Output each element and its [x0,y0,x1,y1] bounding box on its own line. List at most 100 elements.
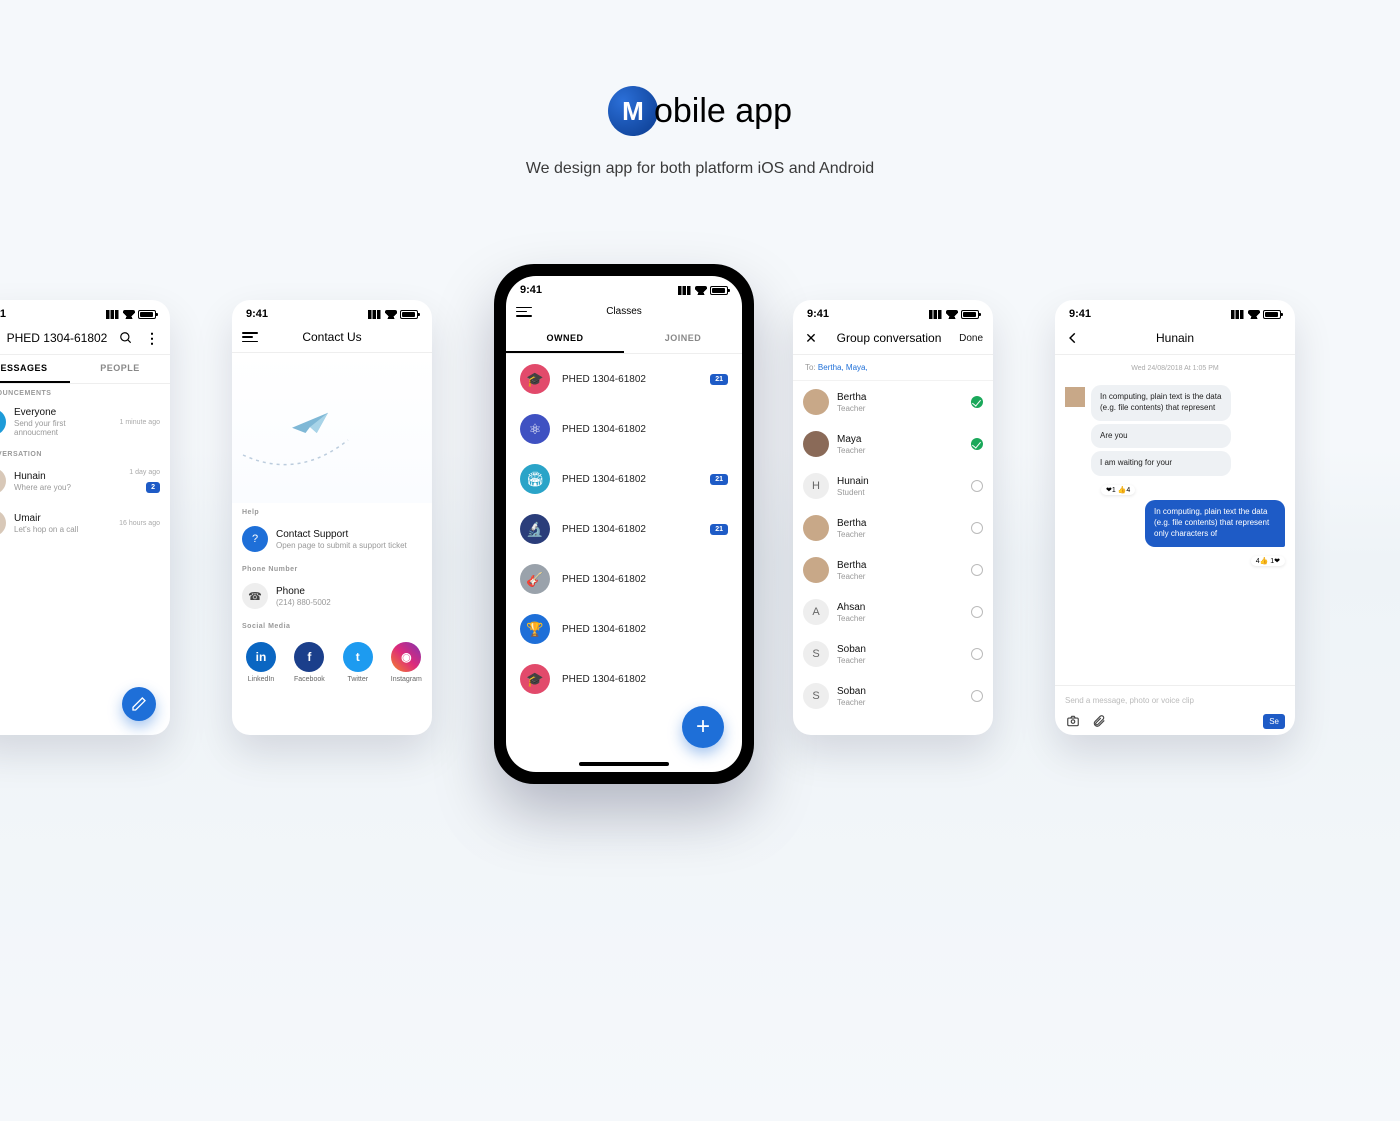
add-fab[interactable]: + [682,706,724,748]
message-bubble[interactable]: In computing, plain text is the data (e.… [1091,385,1231,421]
page-title: PHED 1304-61802 [0,331,118,345]
tab-joined[interactable]: JOINED [624,325,742,353]
announcement-row[interactable]: 📣 EveryoneSend your first annoucment 1 m… [0,399,170,445]
phone-header: Phone Number [232,560,432,575]
phone-row[interactable]: ☎ Phone(214) 880-5002 [232,575,432,617]
social-twitter[interactable]: t Twitter [343,642,373,683]
logo: Mobile app [608,86,792,136]
class-icon: 🎓 [520,364,550,394]
person-row[interactable]: H HunainStudent [793,465,993,507]
signal-icon [106,310,120,319]
phone-stage: 9:41 PHED 1304-61802 ⋮ MESSAGES PEOPLE A… [0,260,1400,860]
close-icon[interactable]: ✕ [803,330,819,346]
check-icon [971,396,983,408]
tab-people[interactable]: PEOPLE [70,355,170,383]
phone-chat: 9:41 Hunain Wed 24/08/2018 At 1:05 PM In… [1055,300,1295,735]
check-icon [971,438,983,450]
radio-icon [971,564,983,576]
attachment-icon[interactable] [1091,713,1107,729]
avatar [803,515,829,541]
phone-contact: 9:41 Contact Us Help ? Contact SupportOp… [232,300,432,735]
menu-icon[interactable] [516,307,532,317]
message-bubble[interactable]: I am waiting for your [1091,451,1231,476]
question-icon: ? [242,526,268,552]
class-row[interactable]: 🎓 PHED 1304-61802 21 [506,354,742,404]
class-tabs: OWNED JOINED [506,325,742,354]
help-header: Help [232,503,432,518]
person-row[interactable]: S SobanTeacher [793,675,993,717]
send-button[interactable]: Se [1263,714,1285,729]
avatar [803,557,829,583]
page-title: Group conversation [819,331,959,345]
navbar: PHED 1304-61802 ⋮ [0,324,170,355]
radio-icon [971,648,983,660]
battery-icon [138,310,156,319]
chat-title: Hunain [1081,331,1269,345]
class-icon: ⚛ [520,414,550,444]
class-icon: 🔬 [520,514,550,544]
class-row[interactable]: 🔬 PHED 1304-61802 21 [506,504,742,554]
avatar [1065,387,1085,407]
hero-illustration [232,353,432,503]
megaphone-icon: 📣 [0,409,6,435]
class-row[interactable]: ⚛ PHED 1304-61802 [506,404,742,454]
class-row[interactable]: 🎓 PHED 1304-61802 [506,654,742,704]
to-field[interactable]: To: Bertha, Maya, [793,355,993,381]
page-title: Classes [532,306,716,317]
class-row[interactable]: 🎸 PHED 1304-61802 [506,554,742,604]
message-bubble[interactable]: Are you [1091,424,1231,449]
tab-messages[interactable]: MESSAGES [0,355,70,383]
social-linkedin[interactable]: in LinkedIn [246,642,276,683]
radio-icon [971,480,983,492]
social-row: in LinkedIn f Facebook t Twitter ◉ Insta… [232,632,432,693]
reaction-badge[interactable]: 4👍 1❤ [1251,556,1285,566]
social-facebook[interactable]: f Facebook [294,642,325,683]
plane-trail-icon [238,425,418,485]
done-button[interactable]: Done [959,333,983,344]
person-row[interactable]: BerthaTeacher [793,549,993,591]
class-row[interactable]: 🏟 PHED 1304-61802 21 [506,454,742,504]
message-input[interactable]: Send a message, photo or voice clip [1065,692,1285,713]
message-bubble[interactable]: In computing, plain text the data (e.g. … [1145,500,1285,546]
chat-date: Wed 24/08/2018 At 1:05 PM [1055,355,1295,382]
phone-messages: 9:41 PHED 1304-61802 ⋮ MESSAGES PEOPLE A… [0,300,170,735]
class-row[interactable]: 🏆 PHED 1304-61802 [506,604,742,654]
conversation-row[interactable]: HunainWhere are you? 1 day ago2 [0,460,170,502]
class-icon: 🏆 [520,614,550,644]
page-title: Contact Us [258,330,406,344]
avatar [803,389,829,415]
section-conversation: CONVERSATION [0,445,170,460]
avatar [0,468,6,494]
social-instagram[interactable]: ◉ Instagram [391,642,422,683]
wifi-icon [123,310,135,319]
status-bar: 9:41 [0,300,170,324]
avatar [803,431,829,457]
avatar: A [803,599,829,625]
person-row[interactable]: BerthaTeacher [793,381,993,423]
tab-owned[interactable]: OWNED [506,325,624,353]
more-icon[interactable]: ⋮ [144,330,160,346]
person-row[interactable]: BerthaTeacher [793,507,993,549]
class-icon: 🎸 [520,564,550,594]
hero-subtitle: We design app for both platform iOS and … [0,160,1400,178]
person-row[interactable]: S SobanTeacher [793,633,993,675]
camera-icon[interactable] [1065,713,1081,729]
social-header: Social Media [232,617,432,632]
search-icon[interactable] [118,330,134,346]
conversation-row[interactable]: UmairLet's hop on a call 16 hours ago [0,502,170,544]
menu-icon[interactable] [242,332,258,342]
reaction-badge[interactable]: ❤1 👍4 [1101,485,1135,495]
logo-circle-icon: M [608,86,658,136]
class-icon: 🏟 [520,464,550,494]
section-announcements: ANNOUNCEMENTS [0,384,170,399]
contact-support-row[interactable]: ? Contact SupportOpen page to submit a s… [232,518,432,560]
person-row[interactable]: A AhsanTeacher [793,591,993,633]
phone-icon: ☎ [242,583,268,609]
avatar: S [803,683,829,709]
person-row[interactable]: MayaTeacher [793,423,993,465]
compose-fab[interactable] [122,687,156,721]
back-icon[interactable] [1065,330,1081,346]
avatar [0,510,6,536]
radio-icon [971,522,983,534]
avatar: S [803,641,829,667]
